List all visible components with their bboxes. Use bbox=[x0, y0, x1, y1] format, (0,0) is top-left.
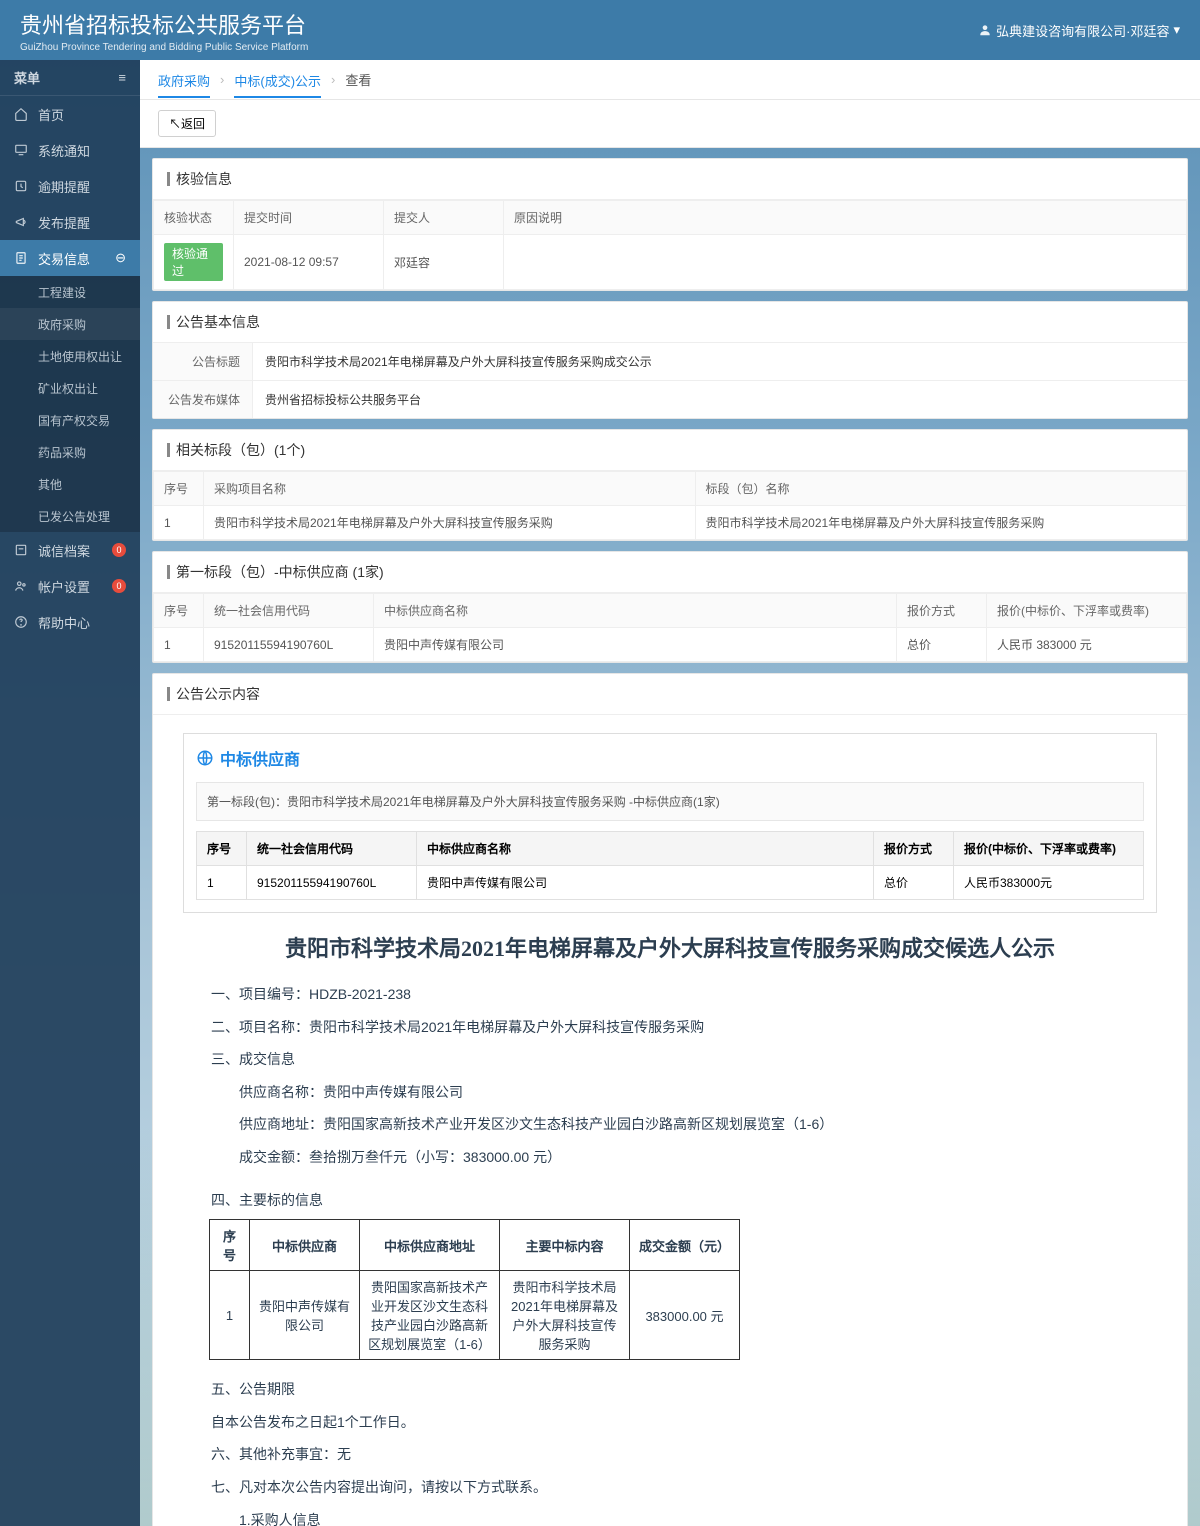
panel-title: 相关标段（包）(1个) bbox=[176, 440, 305, 460]
panel-title: 公告基本信息 bbox=[176, 312, 260, 332]
sub-item-4[interactable]: 国有产权交易 bbox=[0, 404, 140, 436]
status-badge: 核验通过 bbox=[164, 243, 223, 281]
sidebar-item-credit[interactable]: 诚信档案0 bbox=[0, 532, 140, 568]
winner-card-title: 中标供应商 bbox=[184, 734, 1156, 782]
breadcrumb: 政府采购 › 中标(成交)公示 › 查看 bbox=[140, 60, 1200, 100]
verify-panel: 核验信息 核验状态 提交时间 提交人 原因说明 核验通过 2021-08-12 … bbox=[152, 158, 1188, 291]
home-icon bbox=[14, 107, 28, 121]
bc-item-1[interactable]: 中标(成交)公示 bbox=[234, 71, 321, 98]
chevron-down-icon: ▾ bbox=[1173, 22, 1180, 38]
user-menu[interactable]: 弘典建设咨询有限公司·邓廷容 ▾ bbox=[978, 21, 1180, 40]
sidebar-item-publish[interactable]: 发布提醒 bbox=[0, 204, 140, 240]
sub-item-6[interactable]: 其他 bbox=[0, 468, 140, 500]
sidebar-item-account[interactable]: 帐户设置0 bbox=[0, 568, 140, 604]
sidebar-item-trade[interactable]: 交易信息⊖ bbox=[0, 240, 140, 276]
user-icon bbox=[978, 23, 992, 37]
app-header: 贵州省招标投标公共服务平台 GuiZhou Province Tendering… bbox=[0, 0, 1200, 60]
hamburger-icon[interactable]: ≡ bbox=[118, 70, 126, 85]
sub-item-7[interactable]: 已发公告处理 bbox=[0, 500, 140, 532]
panel-title: 公告公示内容 bbox=[176, 684, 260, 704]
sub-item-0[interactable]: 工程建设 bbox=[0, 276, 140, 308]
bc-item-0[interactable]: 政府采购 bbox=[158, 71, 210, 98]
globe-icon bbox=[196, 749, 214, 767]
document-icon bbox=[14, 251, 28, 265]
minus-icon: ⊖ bbox=[115, 250, 126, 266]
sidebar-item-help[interactable]: 帮助中心 bbox=[0, 604, 140, 640]
doc-title: 贵阳市科学技术局2021年电梯屏幕及户外大屏科技宣传服务采购成交候选人公示 bbox=[183, 931, 1157, 963]
users-icon bbox=[14, 579, 28, 593]
badge: 0 bbox=[112, 579, 126, 593]
back-button[interactable]: ↖返回 bbox=[158, 110, 216, 137]
archive-icon bbox=[14, 543, 28, 557]
notice-panel: 公告公示内容 中标供应商 第一标段(包)：贵阳市科学技术局2021年电梯屏幕及户… bbox=[152, 673, 1188, 1526]
panel-title: 第一标段（包）-中标供应商 (1家) bbox=[176, 562, 384, 582]
app-title: 贵州省招标投标公共服务平台 bbox=[20, 8, 308, 40]
basic-panel: 公告基本信息 公告标题贵阳市科学技术局2021年电梯屏幕及户外大屏科技宣传服务采… bbox=[152, 301, 1188, 419]
clock-icon bbox=[14, 179, 28, 193]
sub-item-1[interactable]: 政府采购 bbox=[0, 308, 140, 340]
sidebar-item-home[interactable]: 首页 bbox=[0, 96, 140, 132]
supplier-panel: 第一标段（包）-中标供应商 (1家) 序号统一社会信用代码中标供应商名称报价方式… bbox=[152, 551, 1188, 663]
badge: 0 bbox=[112, 543, 126, 557]
panel-title: 核验信息 bbox=[176, 169, 232, 189]
sidebar-item-notice[interactable]: 系统通知 bbox=[0, 132, 140, 168]
monitor-icon bbox=[14, 143, 28, 157]
sidebar: 菜单 ≡ 首页 系统通知 逾期提醒 发布提醒 交易信息⊖ 工程建设 政府采购 土… bbox=[0, 60, 140, 1526]
document-body: 贵阳市科学技术局2021年电梯屏幕及户外大屏科技宣传服务采购成交候选人公示 一、… bbox=[183, 931, 1157, 1526]
bids-panel: 相关标段（包）(1个) 序号采购项目名称标段（包）名称 1贵阳市科学技术局202… bbox=[152, 429, 1188, 541]
main-content: 政府采购 › 中标(成交)公示 › 查看 ↖返回 核验信息 核验状态 提交时间 … bbox=[140, 60, 1200, 1526]
winner-card: 中标供应商 第一标段(包)：贵阳市科学技术局2021年电梯屏幕及户外大屏科技宣传… bbox=[183, 733, 1157, 913]
menu-header: 菜单 ≡ bbox=[0, 60, 140, 96]
sidebar-item-overdue[interactable]: 逾期提醒 bbox=[0, 168, 140, 204]
sub-item-2[interactable]: 土地使用权出让 bbox=[0, 340, 140, 372]
megaphone-icon bbox=[14, 215, 28, 229]
sidebar-submenu: 工程建设 政府采购 土地使用权出让 矿业权出让 国有产权交易 药品采购 其他 已… bbox=[0, 276, 140, 532]
sub-item-5[interactable]: 药品采购 bbox=[0, 436, 140, 468]
sub-item-3[interactable]: 矿业权出让 bbox=[0, 372, 140, 404]
app-subtitle: GuiZhou Province Tendering and Bidding P… bbox=[20, 42, 308, 53]
doc-table: 序号中标供应商中标供应商地址主要中标内容成交金额（元） 1贵阳中声传媒有限公司贵… bbox=[209, 1219, 740, 1360]
help-icon bbox=[14, 615, 28, 629]
bc-item-2: 查看 bbox=[345, 70, 371, 89]
